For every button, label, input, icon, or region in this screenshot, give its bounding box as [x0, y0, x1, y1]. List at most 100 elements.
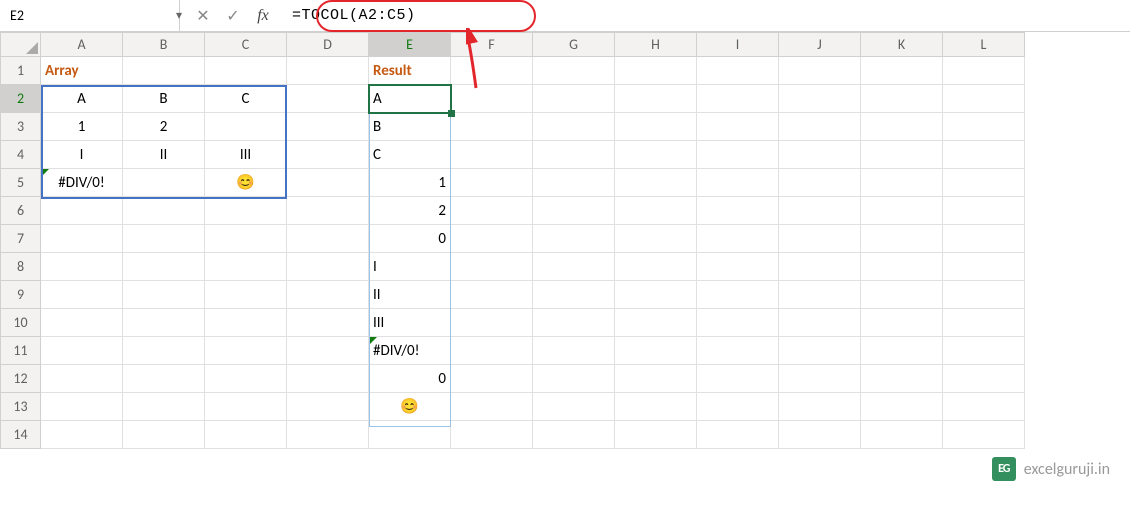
- cell-K11[interactable]: [861, 337, 943, 365]
- cell-C3[interactable]: [205, 113, 287, 141]
- cell-C2[interactable]: C: [205, 85, 287, 113]
- cell-H14[interactable]: [615, 421, 697, 449]
- col-A[interactable]: A: [41, 33, 123, 57]
- cell-K7[interactable]: [861, 225, 943, 253]
- cell-A8[interactable]: [41, 253, 123, 281]
- cell-E5[interactable]: 1: [369, 169, 451, 197]
- cell-F14[interactable]: [451, 421, 533, 449]
- cell-D9[interactable]: [287, 281, 369, 309]
- cell-L1[interactable]: [943, 57, 1025, 85]
- cell-C4[interactable]: III: [205, 141, 287, 169]
- cell-F1[interactable]: [451, 57, 533, 85]
- cell-H10[interactable]: [615, 309, 697, 337]
- cell-D10[interactable]: [287, 309, 369, 337]
- cell-A5[interactable]: #DIV/0!: [41, 169, 123, 197]
- cell-K1[interactable]: [861, 57, 943, 85]
- cell-E14[interactable]: [369, 421, 451, 449]
- cell-F7[interactable]: [451, 225, 533, 253]
- cell-B8[interactable]: [123, 253, 205, 281]
- cell-I10[interactable]: [697, 309, 779, 337]
- cell-C1[interactable]: [205, 57, 287, 85]
- row-14[interactable]: 14: [1, 421, 41, 449]
- cell-J11[interactable]: [779, 337, 861, 365]
- cell-A3[interactable]: 1: [41, 113, 123, 141]
- cell-C11[interactable]: [205, 337, 287, 365]
- cell-A11[interactable]: [41, 337, 123, 365]
- cell-I6[interactable]: [697, 197, 779, 225]
- cell-D2[interactable]: [287, 85, 369, 113]
- cell-H12[interactable]: [615, 365, 697, 393]
- cell-A6[interactable]: [41, 197, 123, 225]
- cell-B14[interactable]: [123, 421, 205, 449]
- row-6[interactable]: 6: [1, 197, 41, 225]
- cell-A7[interactable]: [41, 225, 123, 253]
- cell-J1[interactable]: [779, 57, 861, 85]
- cell-H8[interactable]: [615, 253, 697, 281]
- row-9[interactable]: 9: [1, 281, 41, 309]
- accept-icon[interactable]: ✓: [224, 7, 242, 25]
- select-all-triangle[interactable]: [1, 33, 41, 57]
- cell-D11[interactable]: [287, 337, 369, 365]
- cell-E6[interactable]: 2: [369, 197, 451, 225]
- col-D[interactable]: D: [287, 33, 369, 57]
- cell-D12[interactable]: [287, 365, 369, 393]
- cell-H3[interactable]: [615, 113, 697, 141]
- cell-H6[interactable]: [615, 197, 697, 225]
- cell-L3[interactable]: [943, 113, 1025, 141]
- cell-B13[interactable]: [123, 393, 205, 421]
- cell-F13[interactable]: [451, 393, 533, 421]
- cell-D13[interactable]: [287, 393, 369, 421]
- cell-B2[interactable]: B: [123, 85, 205, 113]
- cell-G5[interactable]: [533, 169, 615, 197]
- cell-C8[interactable]: [205, 253, 287, 281]
- cell-D6[interactable]: [287, 197, 369, 225]
- col-E[interactable]: E: [369, 33, 451, 57]
- cell-C10[interactable]: [205, 309, 287, 337]
- cell-A13[interactable]: [41, 393, 123, 421]
- cell-B5[interactable]: [123, 169, 205, 197]
- cell-F3[interactable]: [451, 113, 533, 141]
- cancel-icon[interactable]: ✕: [194, 7, 212, 25]
- cell-J4[interactable]: [779, 141, 861, 169]
- cell-I13[interactable]: [697, 393, 779, 421]
- cell-K14[interactable]: [861, 421, 943, 449]
- col-C[interactable]: C: [205, 33, 287, 57]
- cell-C5[interactable]: 😊: [205, 169, 287, 197]
- cell-B11[interactable]: [123, 337, 205, 365]
- cell-G2[interactable]: [533, 85, 615, 113]
- cell-B7[interactable]: [123, 225, 205, 253]
- cell-E10[interactable]: III: [369, 309, 451, 337]
- cell-G9[interactable]: [533, 281, 615, 309]
- cell-A12[interactable]: [41, 365, 123, 393]
- cell-J8[interactable]: [779, 253, 861, 281]
- cell-K6[interactable]: [861, 197, 943, 225]
- cell-H4[interactable]: [615, 141, 697, 169]
- cell-H9[interactable]: [615, 281, 697, 309]
- cell-B3[interactable]: 2: [123, 113, 205, 141]
- cell-J2[interactable]: [779, 85, 861, 113]
- cell-L5[interactable]: [943, 169, 1025, 197]
- cell-E4[interactable]: C: [369, 141, 451, 169]
- row-12[interactable]: 12: [1, 365, 41, 393]
- cell-F11[interactable]: [451, 337, 533, 365]
- row-8[interactable]: 8: [1, 253, 41, 281]
- cell-L14[interactable]: [943, 421, 1025, 449]
- cell-B12[interactable]: [123, 365, 205, 393]
- cell-F2[interactable]: [451, 85, 533, 113]
- cell-I5[interactable]: [697, 169, 779, 197]
- cell-F6[interactable]: [451, 197, 533, 225]
- cell-E7[interactable]: 0: [369, 225, 451, 253]
- cell-F9[interactable]: [451, 281, 533, 309]
- row-2[interactable]: 2: [1, 85, 41, 113]
- cell-F4[interactable]: [451, 141, 533, 169]
- cell-D7[interactable]: [287, 225, 369, 253]
- cell-B4[interactable]: II: [123, 141, 205, 169]
- cell-J12[interactable]: [779, 365, 861, 393]
- cell-E3[interactable]: B: [369, 113, 451, 141]
- col-F[interactable]: F: [451, 33, 533, 57]
- cell-I1[interactable]: [697, 57, 779, 85]
- cell-C13[interactable]: [205, 393, 287, 421]
- cell-D1[interactable]: [287, 57, 369, 85]
- cell-B1[interactable]: [123, 57, 205, 85]
- cell-E11[interactable]: #DIV/0!: [369, 337, 451, 365]
